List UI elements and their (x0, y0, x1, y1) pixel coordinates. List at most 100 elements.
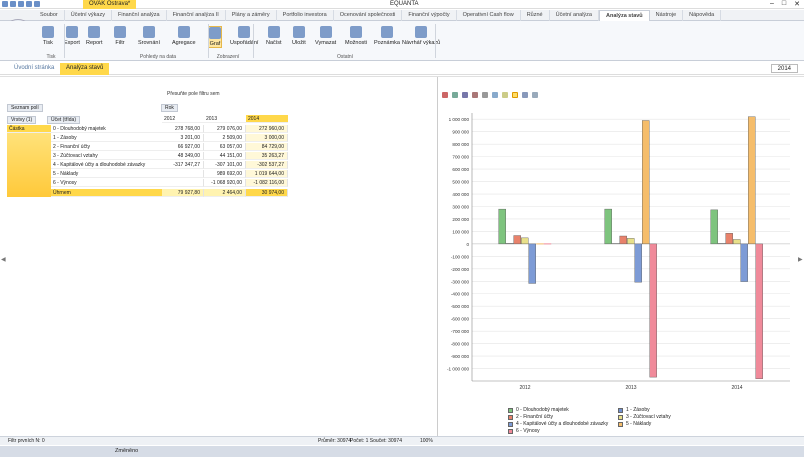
bar-chart-icon[interactable] (462, 92, 468, 98)
zoom-icon[interactable] (492, 92, 498, 98)
ribbon-group-label: Zobrazení (216, 54, 240, 60)
legend-icon[interactable] (502, 92, 508, 98)
avg-status: Průměr: 30974 (318, 438, 352, 444)
ribbon-button-11[interactable]: Možnosti (345, 26, 367, 46)
bar (634, 243, 642, 283)
ribbon-button-5[interactable]: Agregace (172, 26, 196, 46)
ribbon-icon-8 (267, 26, 280, 38)
ribbon-label: Uspořádání (230, 40, 259, 46)
settings-icon[interactable] (482, 92, 488, 98)
export-chart-icon[interactable] (532, 92, 538, 98)
bar (627, 238, 635, 245)
ribbon-separator (435, 24, 436, 58)
ribbon-group-label: Tisk (46, 54, 56, 60)
ribbon-button-7[interactable]: Uspořádání (230, 26, 258, 46)
ribbon-button-8[interactable]: Načíst (266, 26, 282, 46)
document-tab[interactable]: OVAK Ostrava* (83, 0, 137, 9)
maximize-icon[interactable]: □ (782, 0, 786, 8)
tab-home[interactable]: Úvodní stránka (14, 65, 54, 71)
y-tick-label: 200 000 (452, 217, 469, 222)
ribbon-button-6[interactable]: Graf (208, 26, 222, 48)
menu-item-9[interactable]: Různé (521, 9, 550, 21)
menu-item-0[interactable]: Soubor (34, 9, 65, 21)
quick-access-toolbar[interactable] (2, 1, 40, 7)
menu-item-3[interactable]: Finanční analýza II (167, 9, 226, 21)
ribbon-button-12[interactable]: Poznámka (374, 26, 400, 46)
ribbon-button-9[interactable]: Uložit (292, 26, 306, 46)
value-cell (162, 170, 204, 178)
y-tick-label: -700 000 (451, 329, 470, 334)
y-tick-label: -1 000 000 (447, 367, 469, 372)
ribbon-button-3[interactable]: Filtr (114, 26, 126, 46)
value-cell: 84 729,00 (246, 143, 288, 151)
menu-item-4[interactable]: Plány a záměry (226, 9, 277, 21)
legend-swatch (618, 414, 623, 420)
year-select[interactable]: 2014 (770, 64, 798, 73)
legend-item: 0 - Dlouhodobý majetek (508, 407, 569, 413)
bar (740, 243, 748, 282)
window-controls[interactable]: – □ ✕ (770, 0, 800, 8)
menu-item-2[interactable]: Finanční analýza (112, 9, 167, 21)
print-icon[interactable] (18, 1, 24, 7)
undo-icon[interactable] (10, 1, 16, 7)
tab-analyza-stavu[interactable]: Analýza stavů (60, 63, 110, 75)
ribbon-label: Report (86, 40, 103, 46)
menu-item-1[interactable]: Účetní výkazy (65, 9, 112, 21)
menu-item-10[interactable]: Účetní analýza (550, 9, 599, 21)
menu-item-5[interactable]: Portfolio investora (277, 9, 334, 21)
legend-label: 5 - Náklady (626, 421, 652, 427)
menu-item-6[interactable]: Ocenování společnosti (334, 9, 403, 21)
palette-icon[interactable] (452, 92, 458, 98)
chart-toolbar[interactable] (442, 92, 538, 98)
ribbon-icon-13 (415, 26, 428, 38)
legend-item: 6 - Výnosy (508, 428, 540, 434)
ribbon-separator (253, 24, 254, 58)
ribbon-label: Export (64, 40, 80, 46)
value-cell: 279 076,00 (204, 125, 246, 133)
filter-drop-zone[interactable]: Přesuňte pole filtru sem (167, 91, 220, 97)
field-list-button[interactable]: Seznam polí (7, 104, 43, 112)
save-icon[interactable] (2, 1, 8, 7)
value-cell: 1 019 644,00 (246, 170, 288, 178)
ribbon-label: Uložit (292, 40, 306, 46)
column-chart-icon[interactable] (472, 92, 478, 98)
minimize-icon[interactable]: – (770, 0, 774, 8)
legend-swatch (508, 428, 513, 434)
account-field-button[interactable]: Účet (třída) (47, 116, 81, 124)
ribbon: Tisk Export Report Filtr Srovnání Agregace Gra… (0, 21, 804, 61)
legend-label: 1 - Zásoby (626, 407, 650, 413)
y-tick-label: 300 000 (452, 204, 469, 209)
bar (619, 235, 627, 245)
menu-item-12[interactable]: Nástroje (650, 9, 684, 21)
open-icon[interactable] (26, 1, 32, 7)
bar (642, 120, 650, 245)
ribbon-button-1[interactable]: Export (64, 26, 80, 46)
close-icon[interactable]: ✕ (794, 0, 800, 8)
labels-icon[interactable] (512, 92, 518, 98)
ribbon-button-4[interactable]: Srovnání (138, 26, 160, 46)
legend-label: 4 - Kapitálové účty a dlouhodobé závazky (516, 421, 609, 427)
ribbon-button-10[interactable]: Vymazat (315, 26, 336, 46)
print-chart-icon[interactable] (522, 92, 528, 98)
ribbon-label: Filtr (115, 40, 125, 46)
value-cell: 989 692,00 (204, 170, 246, 178)
filter-status: Filtr prvních N: 0 (8, 438, 45, 444)
menu-item-7[interactable]: Finanční výpočty (402, 9, 457, 21)
value-cell: 272 960,00 (246, 125, 288, 133)
total-label: Úhrnem (51, 189, 162, 197)
total-cell: 79 927,80 (162, 189, 204, 197)
ribbon-button-2[interactable]: Report (86, 26, 103, 46)
menu-item-8[interactable]: Operativní Cash flow (457, 9, 521, 21)
year-field-button[interactable]: Rok (161, 104, 178, 112)
ribbon-button-0[interactable]: Tisk (42, 26, 54, 46)
new-icon[interactable] (34, 1, 40, 7)
menu-item-11[interactable]: Analýza stavů (598, 9, 650, 21)
row-label: 4 - Kapitálové účty a dlouhodobé závazky (51, 161, 162, 169)
bar (521, 237, 529, 245)
menu-item-13[interactable]: Nápověda (683, 9, 722, 21)
value-cell: 278 768,00 (162, 125, 204, 133)
legend-label: 3 - Zúčtovací vztahy (626, 414, 671, 420)
chart-type-icon[interactable] (442, 92, 448, 98)
layer-field-button[interactable]: Vrstvy (1) (7, 116, 37, 124)
ribbon-icon-10 (319, 26, 332, 38)
